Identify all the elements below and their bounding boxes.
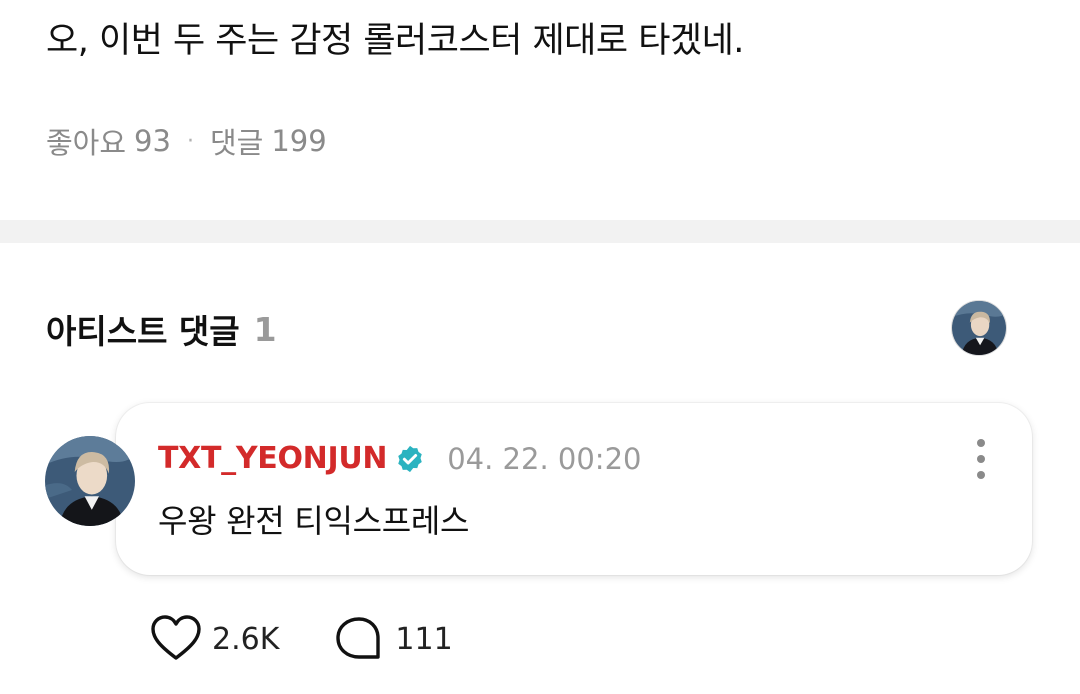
artist-comments-label: 아티스트 댓글: [46, 312, 240, 351]
speech-bubble-icon: [336, 617, 381, 659]
more-vertical-icon: [977, 439, 985, 447]
avatar-image: [45, 436, 135, 526]
comment-header: TXT_YEONJUN 04. 22. 00:20: [158, 441, 641, 476]
verified-badge-icon: [398, 445, 422, 472]
likes-count: 93: [134, 124, 171, 158]
stats-separator: ·: [186, 128, 194, 154]
artist-comments-title: 아티스트 댓글 1: [46, 305, 277, 353]
comment-timestamp: 04. 22. 00:20: [447, 441, 642, 476]
likes-label: 좋아요: [46, 126, 127, 160]
comments-label[interactable]: 댓글: [210, 120, 263, 162]
more-options-button[interactable]: [974, 439, 988, 479]
post-stats: 좋아요 93 · 댓글 199: [46, 120, 327, 162]
reply-button[interactable]: 111: [333, 614, 453, 664]
like-count: 2.6K: [212, 621, 280, 657]
post-text: 오, 이번 두 주는 감정 롤러코스터 제대로 타겠네.: [46, 21, 744, 61]
like-button[interactable]: 2.6K: [150, 614, 279, 664]
avatar-image: [952, 301, 1006, 355]
comment-body: 우왕 완전 티익스프레스: [158, 502, 470, 540]
artist-avatar-small[interactable]: [951, 300, 1007, 356]
comment-actions: 2.6K 111: [150, 614, 453, 664]
artist-comments-count: 1: [253, 309, 277, 349]
comments-count[interactable]: 199: [271, 124, 326, 158]
commenter-username[interactable]: TXT_YEONJUN: [158, 441, 388, 476]
comment-card: TXT_YEONJUN 04. 22. 00:20 우왕 완전 티익스프레스: [116, 403, 1032, 575]
section-divider: [0, 220, 1080, 243]
heart-icon: [151, 615, 201, 660]
reply-count: 111: [395, 621, 453, 657]
commenter-avatar[interactable]: [45, 436, 135, 526]
